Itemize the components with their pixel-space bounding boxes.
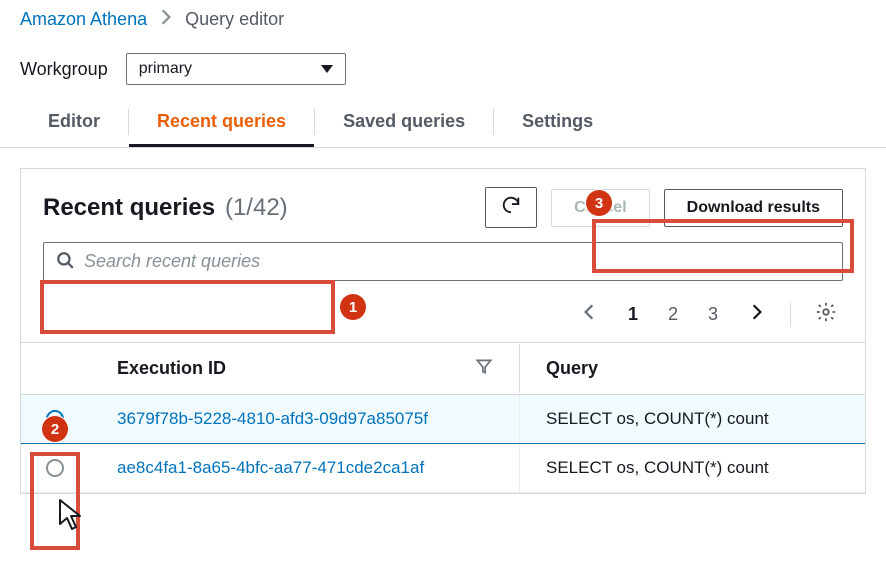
callout-2: 2 <box>42 416 68 442</box>
breadcrumb-service-link[interactable]: Amazon Athena <box>20 9 147 30</box>
panel-header: Recent queries (1/42) Cancel Download re… <box>21 169 865 242</box>
table-row[interactable]: ae8c4fa1-8a65-4bfc-aa77-471cde2ca1af SEL… <box>21 444 865 493</box>
execution-id-link[interactable]: ae8c4fa1-8a65-4bfc-aa77-471cde2ca1af <box>117 458 424 478</box>
filter-icon <box>475 357 493 380</box>
search-box[interactable] <box>43 242 843 281</box>
workgroup-label: Workgroup <box>20 59 108 80</box>
separator <box>790 303 791 327</box>
refresh-icon <box>500 194 522 221</box>
gear-icon <box>815 307 837 327</box>
col-execution-id-header[interactable]: Execution ID <box>89 343 519 394</box>
chevron-right-icon <box>157 8 175 31</box>
panel-count: (1/42) <box>225 194 288 221</box>
page-3[interactable]: 3 <box>702 302 724 327</box>
query-text: SELECT os, COUNT(*) count <box>546 409 769 428</box>
tab-settings[interactable]: Settings <box>494 97 621 147</box>
tab-editor[interactable]: Editor <box>20 97 128 147</box>
page-1[interactable]: 1 <box>622 302 644 327</box>
page-prev[interactable] <box>574 301 604 328</box>
search-row <box>21 242 865 293</box>
refresh-button[interactable] <box>485 187 537 228</box>
pagination: 1 2 3 <box>21 293 865 342</box>
workgroup-select[interactable]: primary <box>126 53 346 85</box>
breadcrumb-current: Query editor <box>185 9 284 30</box>
recent-queries-panel: Recent queries (1/42) Cancel Download re… <box>20 168 866 494</box>
results-table: Execution ID Query 3679f78b-5228-4810-af… <box>21 342 865 493</box>
cursor-icon <box>58 498 86 535</box>
breadcrumb: Amazon Athena Query editor <box>0 0 886 35</box>
tabs: Editor Recent queries Saved queries Sett… <box>0 97 886 148</box>
search-icon <box>56 251 74 272</box>
page-2[interactable]: 2 <box>662 302 684 327</box>
search-input[interactable] <box>84 251 830 272</box>
col-select <box>21 355 89 383</box>
query-text: SELECT os, COUNT(*) count <box>546 458 769 477</box>
workgroup-selected-value: primary <box>139 60 192 78</box>
table-header-row: Execution ID Query <box>21 343 865 395</box>
tab-recent-queries[interactable]: Recent queries <box>129 97 314 147</box>
callout-3: 3 <box>586 190 612 216</box>
header-label: Query <box>546 358 598 378</box>
download-results-button[interactable]: Download results <box>664 189 843 227</box>
caret-down-icon <box>321 65 333 73</box>
tab-saved-queries[interactable]: Saved queries <box>315 97 493 147</box>
row-radio[interactable] <box>46 459 64 477</box>
header-label: Execution ID <box>117 358 226 379</box>
panel-title: Recent queries <box>43 194 215 221</box>
page-next[interactable] <box>742 301 772 328</box>
workgroup-row: Workgroup primary <box>0 35 886 97</box>
table-row[interactable]: 3679f78b-5228-4810-afd3-09d97a85075f SEL… <box>21 395 865 444</box>
execution-id-link[interactable]: 3679f78b-5228-4810-afd3-09d97a85075f <box>117 409 428 429</box>
settings-gear[interactable] <box>809 299 843 330</box>
callout-1: 1 <box>340 294 366 320</box>
col-query-header[interactable]: Query <box>519 344 865 393</box>
